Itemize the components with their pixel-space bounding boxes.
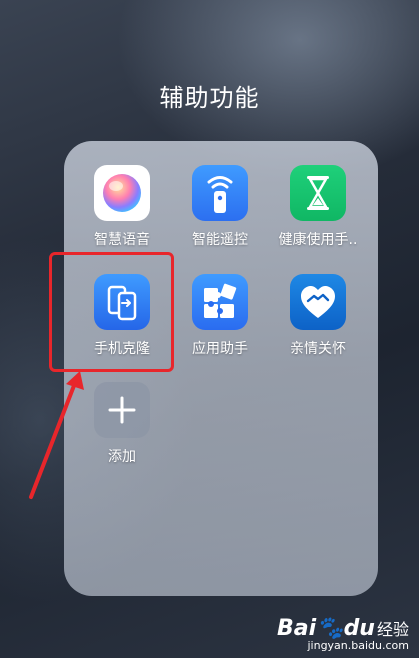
watermark-cn: 经验 (376, 620, 409, 639)
annotation-arrow (29, 371, 84, 499)
baidu-watermark: Bai🐾du 经验 jingyan.baidu.com (277, 616, 409, 652)
watermark-brand: Bai (277, 616, 317, 641)
watermark-paw-text: du (343, 616, 375, 641)
paw-icon: 🐾 (316, 616, 344, 641)
